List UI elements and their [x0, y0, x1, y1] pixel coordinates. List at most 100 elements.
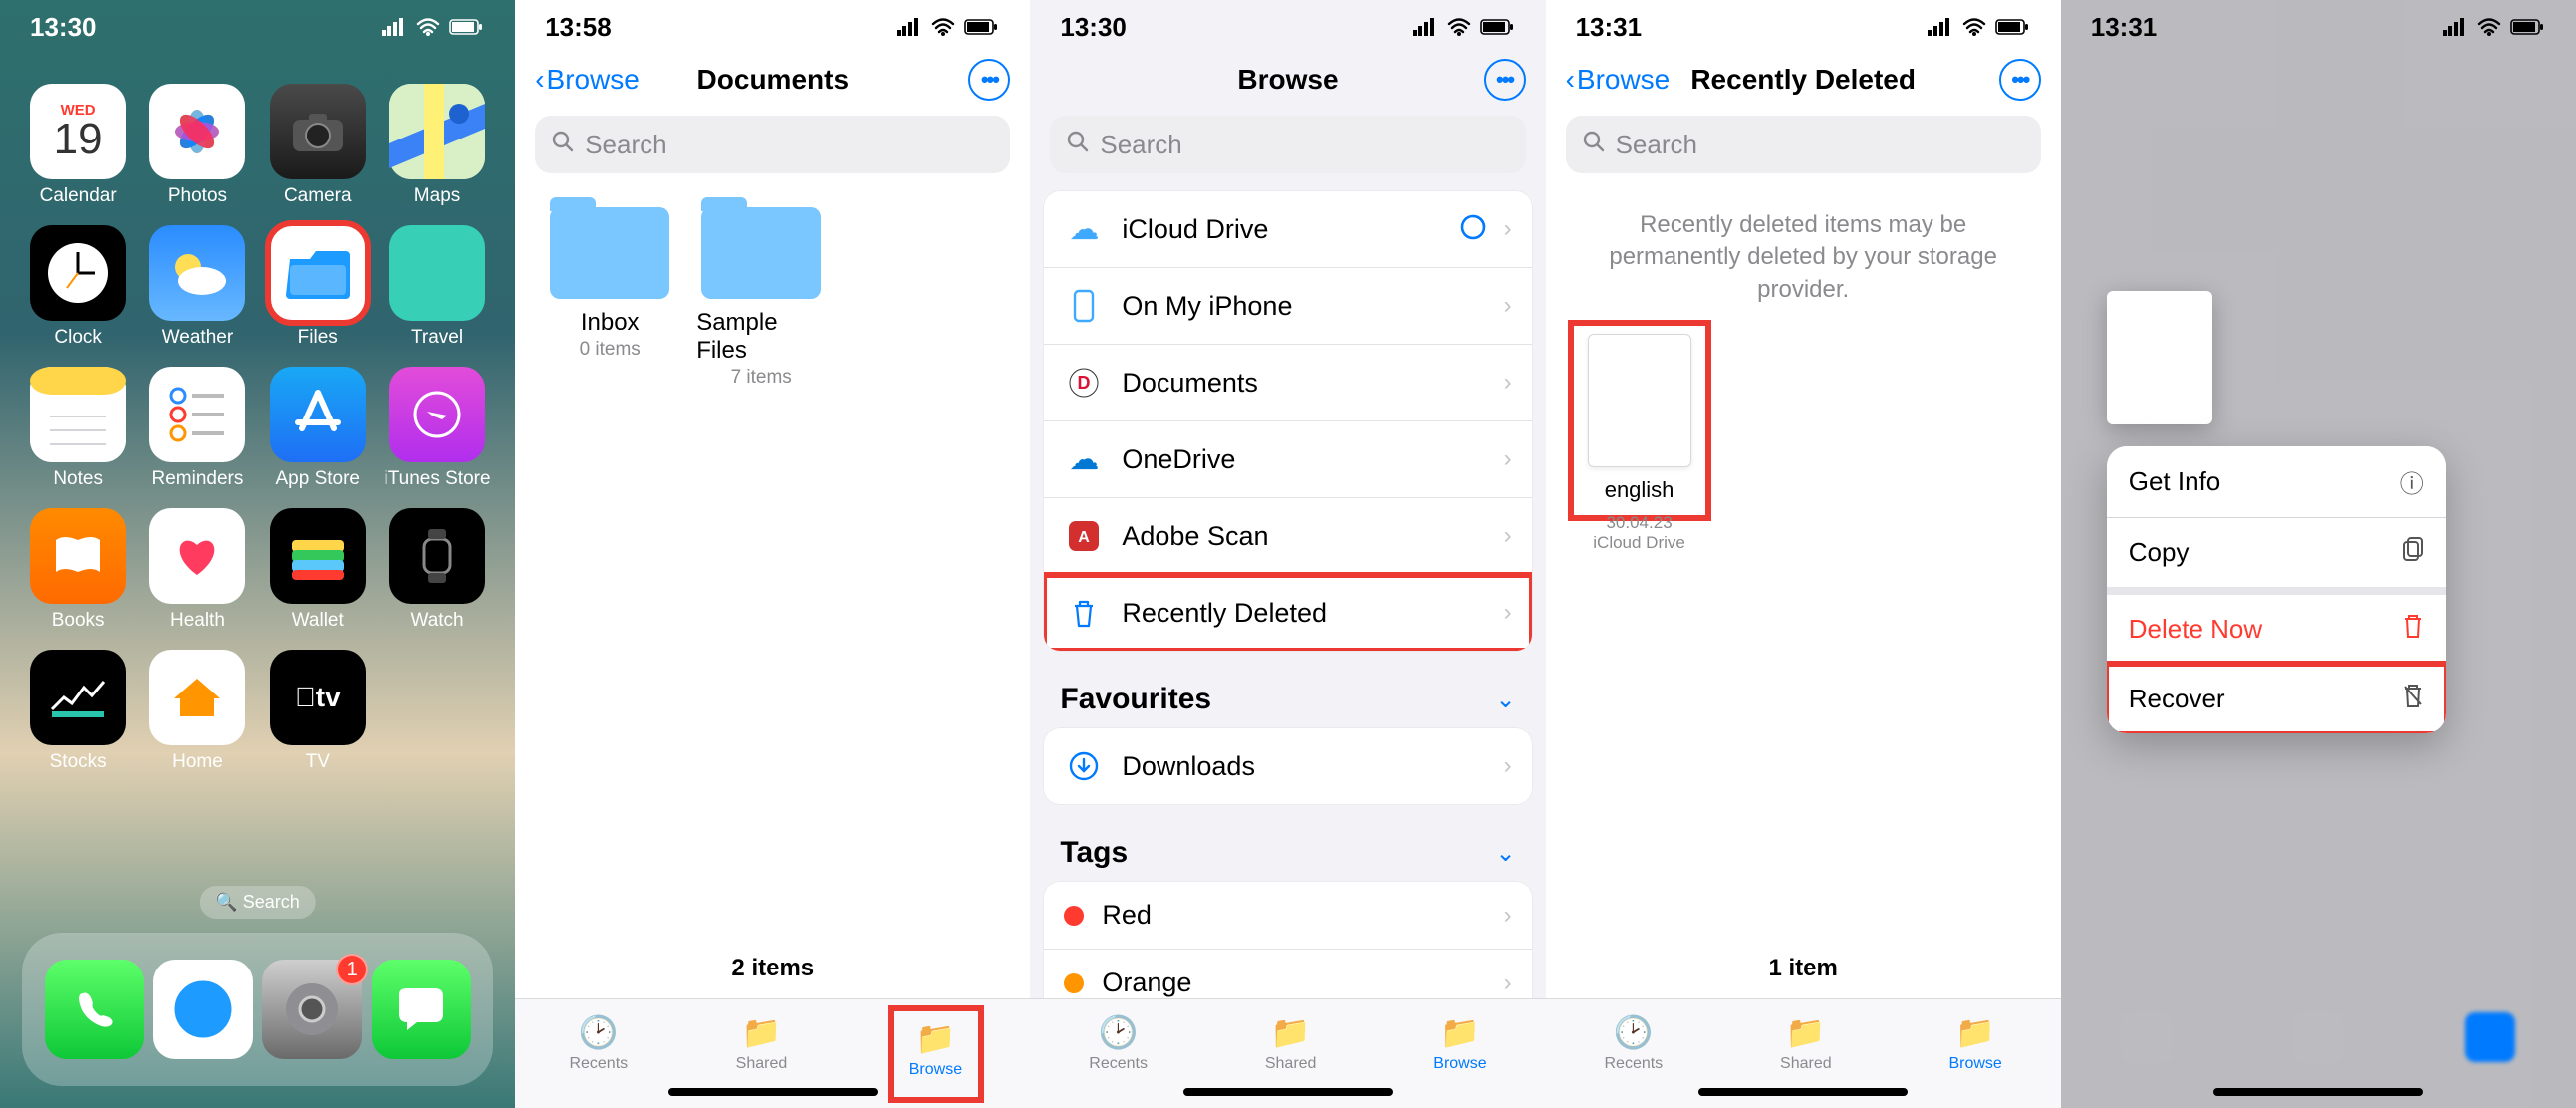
- app-safari[interactable]: [153, 960, 253, 1059]
- app-reminders[interactable]: Reminders: [141, 367, 253, 490]
- app-label: Wallet: [292, 610, 344, 632]
- battery-icon: [2510, 18, 2546, 36]
- app-travel[interactable]: Travel: [382, 225, 493, 349]
- menu-get-info[interactable]: Get Info ⓘ: [2107, 446, 2446, 518]
- app-clock[interactable]: Clock: [22, 225, 133, 349]
- fav-downloads[interactable]: Downloads ›: [1044, 728, 1531, 804]
- more-button[interactable]: •••: [1484, 59, 1526, 101]
- tab-recents[interactable]: 🕑Recents: [569, 1013, 628, 1073]
- tab-shared[interactable]: 📁Shared: [736, 1013, 788, 1073]
- app-maps[interactable]: Maps: [382, 84, 493, 207]
- photos-icon: [149, 84, 245, 179]
- dock: 1: [22, 933, 493, 1086]
- app-weather[interactable]: Weather: [141, 225, 253, 349]
- menu-recover[interactable]: Recover: [2107, 665, 2446, 733]
- notes-icon: [30, 367, 126, 462]
- tags-list: Red › Orange ›: [1044, 882, 1531, 1016]
- location-recently-deleted[interactable]: Recently Deleted ›: [1044, 575, 1531, 651]
- location-onedrive[interactable]: ☁ OneDrive ›: [1044, 421, 1531, 498]
- folders-grid: Inbox 0 items Sample Files 7 items: [515, 191, 1030, 405]
- app-health[interactable]: Health: [141, 508, 253, 632]
- app-notes[interactable]: Notes: [22, 367, 133, 490]
- shared-icon: 📁: [1786, 1013, 1826, 1051]
- context-menu-screen: 13:31 Get Info ⓘ Copy Delete Now Recover: [2061, 0, 2576, 1108]
- back-button[interactable]: ‹Browse: [535, 64, 640, 96]
- app-books[interactable]: Books: [22, 508, 133, 632]
- files-icon: [270, 225, 366, 321]
- status-indicators: [2443, 18, 2546, 36]
- app-home[interactable]: Home: [141, 650, 253, 773]
- app-messages[interactable]: [372, 960, 471, 1059]
- chevron-down-icon: ⌄: [1495, 686, 1515, 714]
- status-time: 13:31: [1576, 12, 1643, 43]
- app-label: Notes: [53, 468, 103, 490]
- menu-copy[interactable]: Copy: [2107, 518, 2446, 595]
- tab-browse[interactable]: 📁Browse: [1433, 1013, 1486, 1073]
- location-adobe-scan[interactable]: A Adobe Scan ›: [1044, 498, 1531, 575]
- chevron-down-icon: ⌄: [1495, 839, 1515, 868]
- search-input[interactable]: Search: [1566, 116, 2041, 173]
- clock-icon: 🕑: [579, 1013, 619, 1051]
- tv-icon: tv: [270, 650, 366, 745]
- chevron-right-icon: ›: [1504, 292, 1512, 320]
- home-search-pill[interactable]: 🔍 Search: [199, 886, 315, 919]
- tab-recents[interactable]: 🕑Recents: [1604, 1013, 1663, 1073]
- cellular-icon: [1928, 18, 1953, 36]
- context-file-thumb: [2107, 291, 2212, 424]
- more-button[interactable]: •••: [968, 59, 1010, 101]
- app-files[interactable]: Files: [262, 225, 374, 349]
- more-button[interactable]: •••: [1999, 59, 2041, 101]
- chevron-right-icon: ›: [1504, 369, 1512, 397]
- menu-delete-now[interactable]: Delete Now: [2107, 595, 2446, 665]
- app-calendar[interactable]: WED19Calendar: [22, 84, 133, 207]
- favourites-list: Downloads ›: [1044, 728, 1531, 804]
- tab-browse[interactable]: 📁Browse: [896, 1013, 976, 1095]
- search-input[interactable]: Search: [535, 116, 1010, 173]
- favourites-header[interactable]: Favourites ⌄: [1030, 671, 1545, 728]
- app-photos[interactable]: Photos: [141, 84, 253, 207]
- tab-recents-blur: [2122, 1012, 2172, 1062]
- location-on-my-iphone[interactable]: On My iPhone ›: [1044, 268, 1531, 345]
- app-stocks[interactable]: Stocks: [22, 650, 133, 773]
- home-indicator: [2213, 1088, 2423, 1096]
- app-camera[interactable]: Camera: [262, 84, 374, 207]
- folder-inbox[interactable]: Inbox 0 items: [545, 207, 674, 389]
- folder-icon: 📁: [915, 1019, 955, 1057]
- svg-text:D: D: [1078, 373, 1091, 393]
- tab-shared[interactable]: 📁Shared: [1780, 1013, 1832, 1073]
- chevron-left-icon: ‹: [535, 64, 544, 96]
- app-watch[interactable]: Watch: [382, 508, 493, 632]
- location-icloud[interactable]: ☁ iCloud Drive ›: [1044, 191, 1531, 268]
- app-label: Weather: [162, 327, 233, 349]
- wifi-icon: [2476, 18, 2502, 36]
- camera-icon: [270, 84, 366, 179]
- watch-icon: [389, 508, 485, 604]
- tab-shared[interactable]: 📁Shared: [1265, 1013, 1317, 1073]
- search-input[interactable]: Search: [1050, 116, 1525, 173]
- app-label: Health: [170, 610, 225, 632]
- item-count: 2 items: [515, 955, 1030, 982]
- app-tv[interactable]: tvTV: [262, 650, 374, 773]
- status-time: 13:58: [545, 12, 612, 43]
- back-button[interactable]: ‹Browse: [1566, 64, 1671, 96]
- folder-sample-files[interactable]: Sample Files 7 items: [696, 207, 826, 389]
- home-indicator: [668, 1088, 878, 1096]
- file-thumb-icon: [1588, 334, 1691, 467]
- tab-recents[interactable]: 🕑Recents: [1089, 1013, 1148, 1073]
- tag-red[interactable]: Red ›: [1044, 882, 1531, 950]
- tags-header[interactable]: Tags ⌄: [1030, 824, 1545, 882]
- location-documents[interactable]: D Documents ›: [1044, 345, 1531, 421]
- folder-subtitle: 0 items: [580, 339, 641, 361]
- tab-browse[interactable]: 📁Browse: [1948, 1013, 2001, 1073]
- wifi-icon: [1446, 18, 1472, 36]
- app-wallet[interactable]: Wallet: [262, 508, 374, 632]
- status-time: 13:30: [1060, 12, 1127, 43]
- wifi-icon: [415, 18, 441, 36]
- health-icon: [149, 508, 245, 604]
- recently-deleted-notice: Recently deleted items may be permanentl…: [1546, 191, 2061, 324]
- app-settings[interactable]: 1: [262, 960, 362, 1059]
- app-appstore[interactable]: App Store: [262, 367, 374, 490]
- deleted-file-item[interactable]: english 30.04.23 iCloud Drive: [1580, 330, 1699, 553]
- app-itunes[interactable]: iTunes Store: [382, 367, 493, 490]
- app-phone[interactable]: [45, 960, 144, 1059]
